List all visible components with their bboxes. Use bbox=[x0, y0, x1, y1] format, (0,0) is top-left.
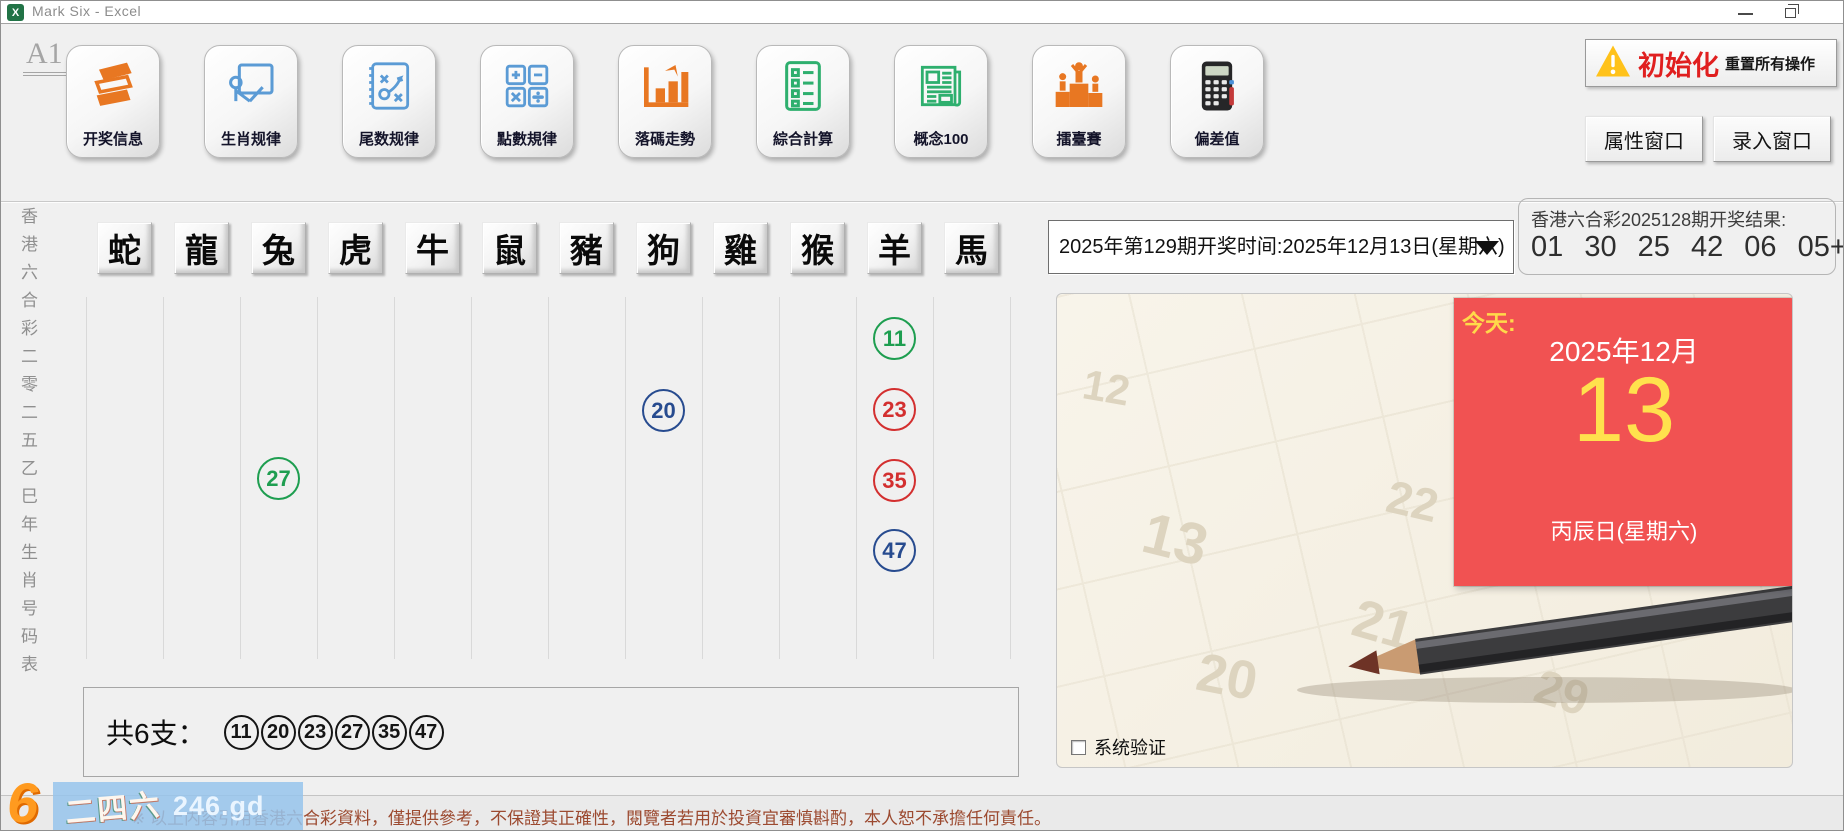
summary-ball-47: 47 bbox=[409, 715, 444, 750]
zodiac-button-dog[interactable]: 狗 bbox=[636, 222, 691, 274]
watermark-logo: 6 bbox=[7, 775, 38, 831]
toolbar-button-trend[interactable]: 落碼走勢 bbox=[618, 45, 712, 158]
toolbar-button-label: 綜合計算 bbox=[757, 128, 849, 149]
cell-name-box: A1 bbox=[23, 37, 66, 76]
calendar-panel: 12 13 20 21 29 22 今天: 2025年12月 13 丙辰日(星期… bbox=[1056, 293, 1793, 768]
excel-icon: X bbox=[7, 4, 24, 21]
zodiac-button-ox[interactable]: 牛 bbox=[405, 222, 460, 274]
number-ball-11: 11 bbox=[873, 317, 916, 360]
zodiac-button-rat[interactable]: 鼠 bbox=[482, 222, 537, 274]
toolbar-button-label: 生肖规律 bbox=[205, 128, 297, 149]
zodiac-button-snake[interactable]: 蛇 bbox=[97, 222, 152, 274]
results-numbers: 01 30 25 42 06 05+43 bbox=[1531, 231, 1844, 264]
zodiac-button-monkey[interactable]: 猴 bbox=[790, 222, 845, 274]
watermark: 6 二四六 246.gd bbox=[1, 777, 321, 831]
number-ball-23: 23 bbox=[873, 388, 916, 431]
zodiac-button-rooster[interactable]: 雞 bbox=[713, 222, 768, 274]
watermark-badge: 二四六 246.gd bbox=[53, 782, 303, 830]
presenter-icon bbox=[222, 55, 280, 117]
calendar-day-info: 丙辰日(星期六) bbox=[1454, 514, 1793, 546]
period-select-value: 2025年第129期开奖时间:2025年12月13日(星期六) bbox=[1059, 236, 1505, 258]
podium-icon bbox=[1050, 55, 1108, 117]
math-operations-icon bbox=[498, 55, 556, 117]
results-title: 香港六合彩2025128期开奖结果: bbox=[1531, 206, 1786, 232]
watermark-brand: 二四六 bbox=[63, 780, 162, 831]
summary-ball-11: 11 bbox=[224, 715, 259, 750]
toolbar-button-label: 偏差值 bbox=[1171, 128, 1263, 149]
window-title: Mark Six - Excel bbox=[32, 3, 141, 19]
toolbar-button-label: 落碼走勢 bbox=[619, 128, 711, 149]
today-date-card: 今天: 2025年12月 13 丙辰日(星期六) bbox=[1454, 298, 1793, 586]
checkbox-label: 系统验证 bbox=[1094, 734, 1166, 760]
minimize-icon[interactable] bbox=[1738, 13, 1753, 15]
pencil-image bbox=[1247, 564, 1793, 724]
system-verify-checkbox[interactable]: 系统验证 bbox=[1071, 734, 1166, 760]
zodiac-button-tiger[interactable]: 虎 bbox=[328, 222, 383, 274]
zodiac-button-goat[interactable]: 羊 bbox=[867, 222, 922, 274]
app-window: X Mark Six - Excel A1 开奖信息 生肖规律 尾数规律 點數規… bbox=[0, 0, 1844, 831]
summary-ball-20: 20 bbox=[261, 715, 296, 750]
summary-ball-35: 35 bbox=[372, 715, 407, 750]
books-icon bbox=[84, 55, 142, 117]
bar-chart-icon bbox=[636, 55, 694, 117]
chevron-down-icon bbox=[1475, 241, 1499, 255]
initialize-label: 初始化 bbox=[1638, 44, 1719, 83]
summary-label: 共6支： bbox=[106, 712, 206, 752]
strategy-notebook-icon bbox=[360, 55, 418, 117]
number-ball-20: 20 bbox=[642, 389, 685, 432]
toolbar-button-point-rule[interactable]: 點數規律 bbox=[480, 45, 574, 158]
watermark-domain: 246.gd bbox=[173, 791, 265, 822]
period-select[interactable]: 2025年第129期开奖时间:2025年12月13日(星期六) bbox=[1048, 220, 1514, 274]
summary-ball-27: 27 bbox=[335, 715, 370, 750]
initialize-sublabel: 重置所有操作 bbox=[1725, 53, 1815, 74]
toolbar-button-label: 點數規律 bbox=[481, 128, 573, 149]
number-ball-35: 35 bbox=[873, 459, 916, 502]
toolbar-button-label: 擂臺賽 bbox=[1033, 128, 1125, 149]
calendar-day: 13 bbox=[1454, 358, 1793, 463]
sidebar-vertical-title: 香港六合彩二零二五乙巳年生肖号码表 bbox=[15, 207, 40, 687]
number-ball-27: 27 bbox=[257, 457, 300, 500]
zodiac-button-horse[interactable]: 馬 bbox=[944, 222, 999, 274]
toolbar-button-label: 概念100 bbox=[895, 128, 987, 149]
checkbox-icon[interactable] bbox=[1071, 740, 1086, 755]
title-bar: X Mark Six - Excel bbox=[1, 1, 1844, 24]
toolbar-button-deviation[interactable]: 偏差值 bbox=[1170, 45, 1264, 158]
toolbar-button-label: 尾数规律 bbox=[343, 128, 435, 149]
initialize-button[interactable]: 初始化 重置所有操作 bbox=[1585, 39, 1837, 87]
toolbar-button-zodiac-rule[interactable]: 生肖规律 bbox=[204, 45, 298, 158]
checklist-icon bbox=[774, 55, 832, 117]
zodiac-button-dragon[interactable]: 龍 bbox=[174, 222, 229, 274]
zodiac-button-rabbit[interactable]: 兔 bbox=[251, 222, 306, 274]
calendar-faint-number: 12 bbox=[1079, 360, 1133, 415]
entry-window-button[interactable]: 录入窗口 bbox=[1713, 116, 1831, 162]
toolbar-button-tail-rule[interactable]: 尾数规律 bbox=[342, 45, 436, 158]
toolbar-button-label: 开奖信息 bbox=[67, 128, 159, 149]
toolbar-button-arena[interactable]: 擂臺賽 bbox=[1032, 45, 1126, 158]
restore-icon[interactable] bbox=[1785, 8, 1796, 18]
calculator-icon bbox=[1188, 55, 1246, 117]
results-panel: 香港六合彩2025128期开奖结果: 01 30 25 42 06 05+43 bbox=[1518, 198, 1836, 275]
toolbar-button-composite-calc[interactable]: 綜合計算 bbox=[756, 45, 850, 158]
newspaper-icon bbox=[912, 55, 970, 117]
zodiac-button-pig[interactable]: 豬 bbox=[559, 222, 614, 274]
number-ball-47: 47 bbox=[873, 529, 916, 572]
toolbar-button-draw-info[interactable]: 开奖信息 bbox=[66, 45, 160, 158]
warning-icon bbox=[1594, 44, 1632, 83]
summary-box: 共6支： 11 20 23 27 35 47 bbox=[83, 687, 1019, 777]
properties-window-button[interactable]: 属性窗口 bbox=[1585, 116, 1703, 162]
toolbar-button-concept-100[interactable]: 概念100 bbox=[894, 45, 988, 158]
summary-ball-23: 23 bbox=[298, 715, 333, 750]
